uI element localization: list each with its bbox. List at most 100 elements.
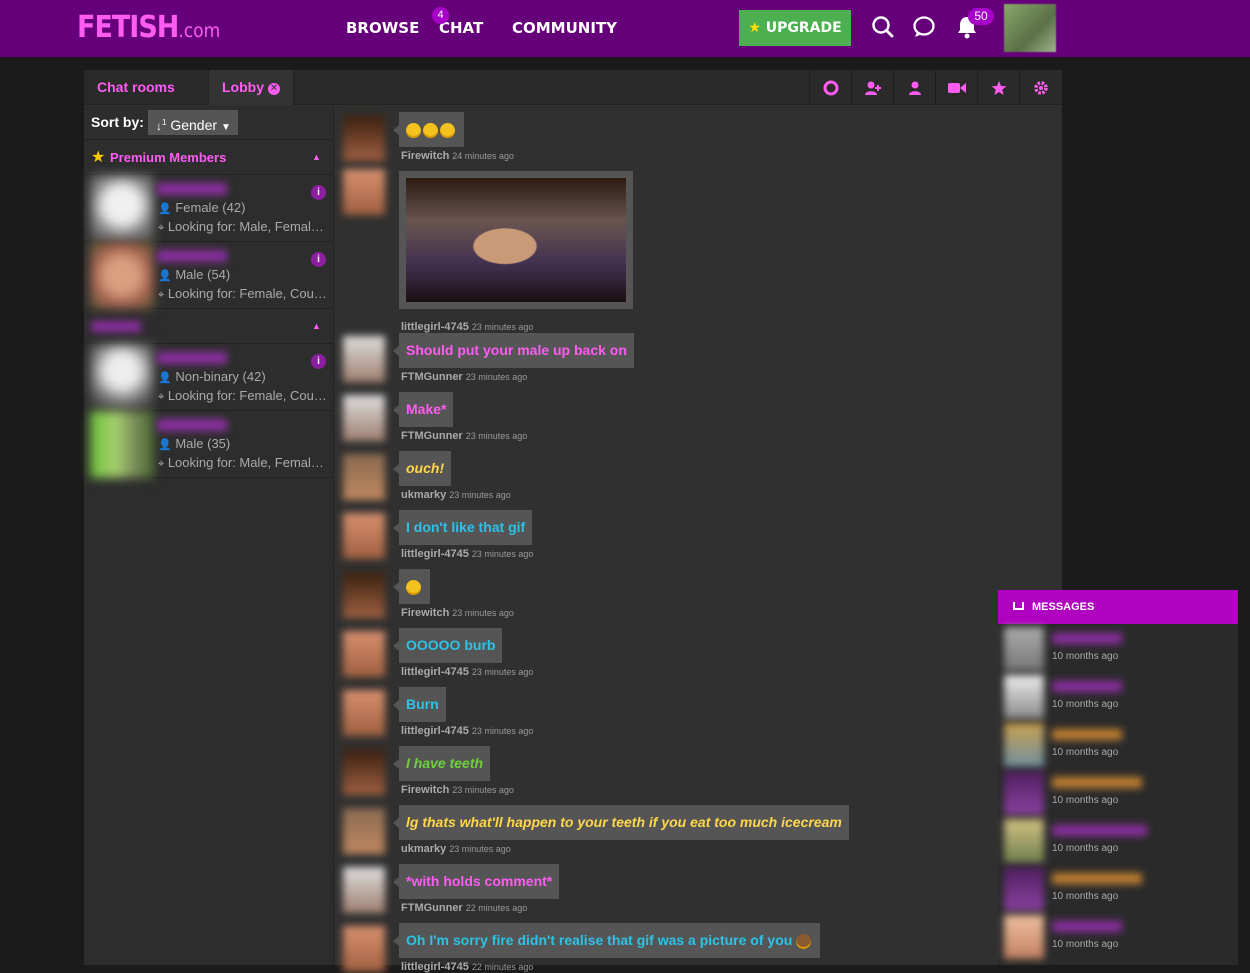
collapse-icon[interactable]: ▲	[312, 152, 321, 162]
messages-header[interactable]: MESSAGES	[998, 590, 1238, 624]
lifebuoy-icon[interactable]	[809, 70, 851, 105]
message-thread[interactable]: 10 months ago	[998, 816, 1238, 864]
message-author[interactable]: FTMGunner	[401, 902, 463, 914]
message-bubble: *with holds comment*	[392, 864, 560, 899]
member-gender-text: Non-binary (42)	[175, 369, 266, 384]
message-thread[interactable]: 10 months ago	[998, 624, 1238, 672]
message-meta: Firewitch 23 minutes ago	[401, 784, 514, 796]
message-bubble: I have teeth	[392, 746, 491, 781]
notification-count-badge: 50	[968, 8, 994, 25]
chat-message-area: Firewitch 24 minutes ago littlegirl-4745 2…	[335, 106, 1062, 973]
message-author[interactable]: ukmarky	[401, 489, 446, 501]
thread-avatar	[1004, 819, 1044, 863]
message-avatar[interactable]	[343, 690, 385, 736]
star-icon[interactable]	[977, 70, 1019, 105]
section-title-blurred	[91, 321, 141, 332]
member-item[interactable]: i 👤 Female (42) ⌖ Looking for: Male, Fem…	[84, 175, 333, 242]
message-author[interactable]: littlegirl-4745	[401, 321, 469, 333]
premium-members-header[interactable]: ★ Premium Members ▲	[84, 140, 333, 175]
user-icon[interactable]	[893, 70, 935, 105]
message-avatar[interactable]	[343, 926, 385, 972]
thread-name	[1052, 777, 1142, 788]
add-user-icon[interactable]	[851, 70, 893, 105]
star-icon: ★	[91, 149, 106, 166]
members-section-header[interactable]: ▲	[84, 309, 333, 344]
sort-label: Sort by:	[91, 114, 144, 130]
user-avatar[interactable]	[1004, 4, 1056, 52]
message-author[interactable]: ukmarky	[401, 843, 446, 855]
site-logo[interactable]: FETISH.com	[77, 10, 220, 45]
message-thread[interactable]: 10 months ago	[998, 720, 1238, 768]
message-avatar[interactable]	[343, 336, 385, 382]
message-author[interactable]: Firewitch	[401, 150, 449, 162]
nav-community[interactable]: COMMUNITY	[512, 19, 617, 37]
info-icon[interactable]: i	[311, 252, 326, 267]
gif-attachment[interactable]	[399, 171, 633, 309]
message-time: 23 minutes ago	[471, 549, 534, 559]
message-time: 23 minutes ago	[465, 431, 528, 441]
message-thread[interactable]: 10 months ago	[998, 672, 1238, 720]
member-item[interactable]: 👤 Male (35) ⌖ Looking for: Male, Female,…	[84, 411, 333, 478]
chat-tab-bar: Chat rooms list Lobby ✕	[84, 70, 1062, 130]
sort-row: Sort by: ↓1 Gender ▼	[84, 106, 333, 140]
message-author[interactable]: littlegirl-4745	[401, 666, 469, 678]
message-time: 23 minutes ago	[465, 372, 528, 382]
search-icon[interactable]	[871, 14, 895, 40]
message-bubble	[393, 112, 464, 147]
message-author[interactable]: Firewitch	[401, 607, 449, 619]
message-bubble: lg thats what'll happen to your teeth if…	[393, 805, 849, 840]
message-time: 23 minutes ago	[449, 844, 511, 854]
gear-icon[interactable]	[1019, 70, 1061, 105]
message-avatar[interactable]	[343, 631, 385, 677]
member-item[interactable]: i 👤 Non-binary (42) ⌖ Looking for: Femal…	[84, 344, 333, 411]
message-avatar[interactable]	[343, 808, 385, 854]
thread-name	[1052, 873, 1142, 884]
video-camera-icon[interactable]	[935, 70, 977, 105]
thread-avatar	[1004, 627, 1044, 671]
rofl-emoji-icon	[423, 122, 438, 138]
info-icon[interactable]: i	[311, 354, 326, 369]
message-avatar[interactable]	[343, 513, 385, 559]
message-avatar[interactable]	[343, 115, 385, 161]
thread-avatar	[1004, 867, 1044, 911]
tab-lobby[interactable]: Lobby ✕	[209, 70, 294, 105]
upgrade-button[interactable]: ★ UPGRADE	[739, 10, 851, 46]
close-tab-icon[interactable]: ✕	[267, 83, 280, 95]
message-avatar[interactable]	[343, 867, 385, 913]
dizzy-emoji-icon	[406, 579, 421, 595]
message-avatar[interactable]	[343, 454, 385, 500]
member-item[interactable]: i 👤 Male (54) ⌖ Looking for: Female, Cou…	[84, 242, 333, 309]
info-icon[interactable]: i	[311, 185, 326, 200]
message-author[interactable]: FTMGunner	[401, 430, 463, 442]
member-avatar	[90, 411, 154, 478]
message-meta: FTMGunner 23 minutes ago	[401, 371, 527, 383]
message-author[interactable]: littlegirl-4745	[401, 961, 469, 973]
chat-bubble-icon[interactable]	[912, 14, 936, 40]
message-avatar[interactable]	[343, 572, 385, 618]
thread-time: 10 months ago	[1052, 651, 1119, 662]
message-meta: ukmarky 23 minutes ago	[401, 843, 511, 855]
message-avatar[interactable]	[343, 395, 385, 441]
top-navigation-bar: FETISH.com BROWSE CHAT 4 COMMUNITY ★ UPG…	[0, 0, 1250, 57]
message-time: 22 minutes ago	[471, 962, 534, 972]
message-avatar[interactable]	[343, 749, 385, 795]
message-author[interactable]: Firewitch	[401, 784, 449, 796]
message-author[interactable]: littlegirl-4745	[401, 725, 469, 737]
message-thread[interactable]: 10 months ago	[998, 912, 1238, 960]
message-author[interactable]: littlegirl-4745	[401, 548, 469, 560]
tab-chat-rooms-list[interactable]: Chat rooms list	[84, 70, 209, 130]
message-author[interactable]: FTMGunner	[401, 371, 463, 383]
member-looking-for: ⌖ Looking for: Female, Couple	[158, 286, 328, 302]
message-time: 24 minutes ago	[452, 151, 514, 161]
nav-browse[interactable]: BROWSE	[346, 19, 419, 37]
thread-name	[1052, 633, 1122, 644]
message-meta: Firewitch 24 minutes ago	[401, 150, 514, 162]
message-thread[interactable]: 10 months ago	[998, 864, 1238, 912]
thread-avatar	[1004, 675, 1044, 719]
message-thread[interactable]: 10 months ago	[998, 768, 1238, 816]
sort-gender-dropdown[interactable]: ↓1 Gender ▼	[148, 110, 238, 135]
message-avatar[interactable]	[343, 169, 385, 215]
collapse-icon[interactable]: ▲	[312, 321, 321, 331]
member-avatar	[90, 242, 154, 309]
member-looking-for-text: Looking for: Male, Female, ...	[167, 219, 328, 234]
